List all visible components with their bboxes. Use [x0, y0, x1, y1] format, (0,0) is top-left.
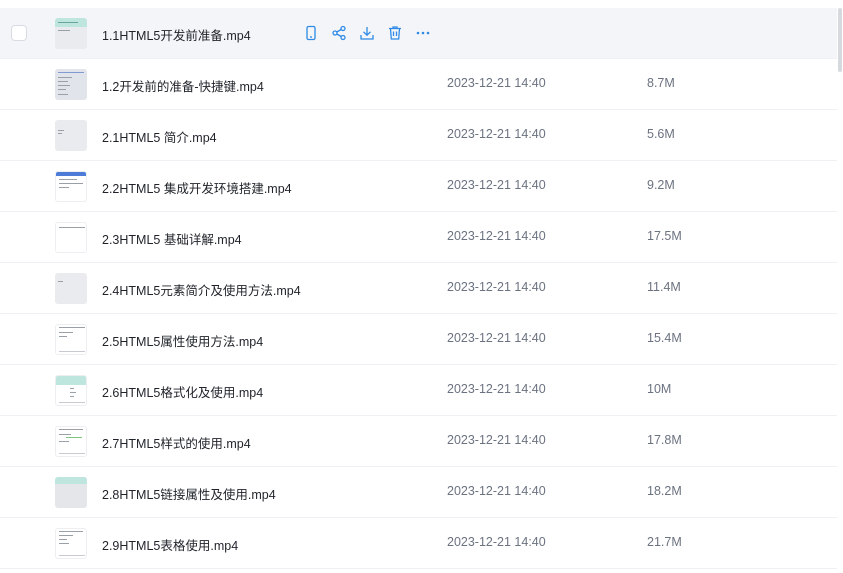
file-size: 15.4M	[647, 331, 682, 345]
modified-date: 2023-12-21 14:40	[447, 382, 546, 396]
file-name[interactable]: 2.9HTML5表格使用.mp4	[102, 535, 238, 554]
file-row[interactable]: 2.7HTML5样式的使用.mp4 2023-12-21 14:40 17.8M	[0, 416, 837, 467]
modified-date: 2023-12-21 14:40	[447, 433, 546, 447]
video-thumbnail[interactable]	[55, 528, 87, 559]
file-size: 5.6M	[647, 127, 675, 141]
video-thumbnail[interactable]	[55, 375, 87, 406]
file-row[interactable]: 1.2开发前的准备-快捷键.mp4 2023-12-21 14:40 8.7M	[0, 59, 837, 110]
file-name[interactable]: 2.1HTML5 简介.mp4	[102, 127, 217, 146]
file-row[interactable]: 2.5HTML5属性使用方法.mp4 2023-12-21 14:40 15.4…	[0, 314, 837, 365]
file-row[interactable]: 2.9HTML5表格使用.mp4 2023-12-21 14:40 21.7M	[0, 518, 837, 569]
file-name[interactable]: 2.5HTML5属性使用方法.mp4	[102, 331, 263, 350]
video-thumbnail[interactable]	[55, 69, 87, 100]
file-name[interactable]: 1.1HTML5开发前准备.mp4	[102, 25, 251, 44]
modified-date: 2023-12-21 14:40	[447, 331, 546, 345]
file-row[interactable]: 2.1HTML5 简介.mp4 2023-12-21 14:40 5.6M	[0, 110, 837, 161]
file-size: 18.2M	[647, 484, 682, 498]
video-thumbnail[interactable]	[55, 426, 87, 457]
video-thumbnail[interactable]	[55, 171, 87, 202]
file-size: 17.8M	[647, 433, 682, 447]
file-size: 17.5M	[647, 229, 682, 243]
modified-date: 2023-12-21 14:40	[447, 484, 546, 498]
file-size: 9.2M	[647, 178, 675, 192]
download-icon[interactable]	[358, 24, 376, 42]
file-row[interactable]: 2.2HTML5 集成开发环境搭建.mp4 2023-12-21 14:40 9…	[0, 161, 837, 212]
modified-date: 2023-12-21 14:40	[447, 535, 546, 549]
file-row[interactable]: 2.6HTML5格式化及使用.mp4 2023-12-21 14:40 10M	[0, 365, 837, 416]
modified-date: 2023-12-21 14:40	[447, 127, 546, 141]
file-list: 1.1HTML5开发前准备.mp4 1.2开发前的准备-快捷键.mp4 2023…	[0, 8, 837, 569]
file-name[interactable]: 1.2开发前的准备-快捷键.mp4	[102, 76, 264, 95]
row-checkbox[interactable]	[11, 25, 27, 41]
file-name[interactable]: 2.3HTML5 基础详解.mp4	[102, 229, 242, 248]
video-thumbnail[interactable]	[55, 324, 87, 355]
modified-date: 2023-12-21 14:40	[447, 76, 546, 90]
delete-icon[interactable]	[386, 24, 404, 42]
file-size: 11.4M	[647, 280, 681, 294]
file-row[interactable]: 1.1HTML5开发前准备.mp4	[0, 8, 837, 59]
file-row[interactable]: 2.4HTML5元素简介及使用方法.mp4 2023-12-21 14:40 1…	[0, 263, 837, 314]
mobile-icon[interactable]	[302, 24, 320, 42]
file-name[interactable]: 2.6HTML5格式化及使用.mp4	[102, 382, 263, 401]
modified-date: 2023-12-21 14:40	[447, 229, 546, 243]
file-name[interactable]: 2.2HTML5 集成开发环境搭建.mp4	[102, 178, 292, 197]
file-row[interactable]: 2.3HTML5 基础详解.mp4 2023-12-21 14:40 17.5M	[0, 212, 837, 263]
file-name[interactable]: 2.4HTML5元素简介及使用方法.mp4	[102, 280, 301, 299]
modified-date: 2023-12-21 14:40	[447, 280, 546, 294]
file-row[interactable]: 2.8HTML5链接属性及使用.mp4 2023-12-21 14:40 18.…	[0, 467, 837, 518]
video-thumbnail[interactable]	[55, 477, 87, 508]
file-name[interactable]: 2.8HTML5链接属性及使用.mp4	[102, 484, 276, 503]
share-icon[interactable]	[330, 24, 348, 42]
file-size: 10M	[647, 382, 672, 396]
file-name[interactable]: 2.7HTML5样式的使用.mp4	[102, 433, 251, 452]
video-thumbnail[interactable]	[55, 222, 87, 253]
video-thumbnail[interactable]	[55, 18, 87, 49]
video-thumbnail[interactable]	[55, 273, 87, 304]
more-icon[interactable]	[414, 24, 432, 42]
video-thumbnail[interactable]	[55, 120, 87, 151]
modified-date: 2023-12-21 14:40	[447, 178, 546, 192]
file-size: 21.7M	[647, 535, 682, 549]
scrollbar[interactable]	[838, 8, 842, 72]
file-size: 8.7M	[647, 76, 675, 90]
row-actions	[302, 24, 432, 42]
